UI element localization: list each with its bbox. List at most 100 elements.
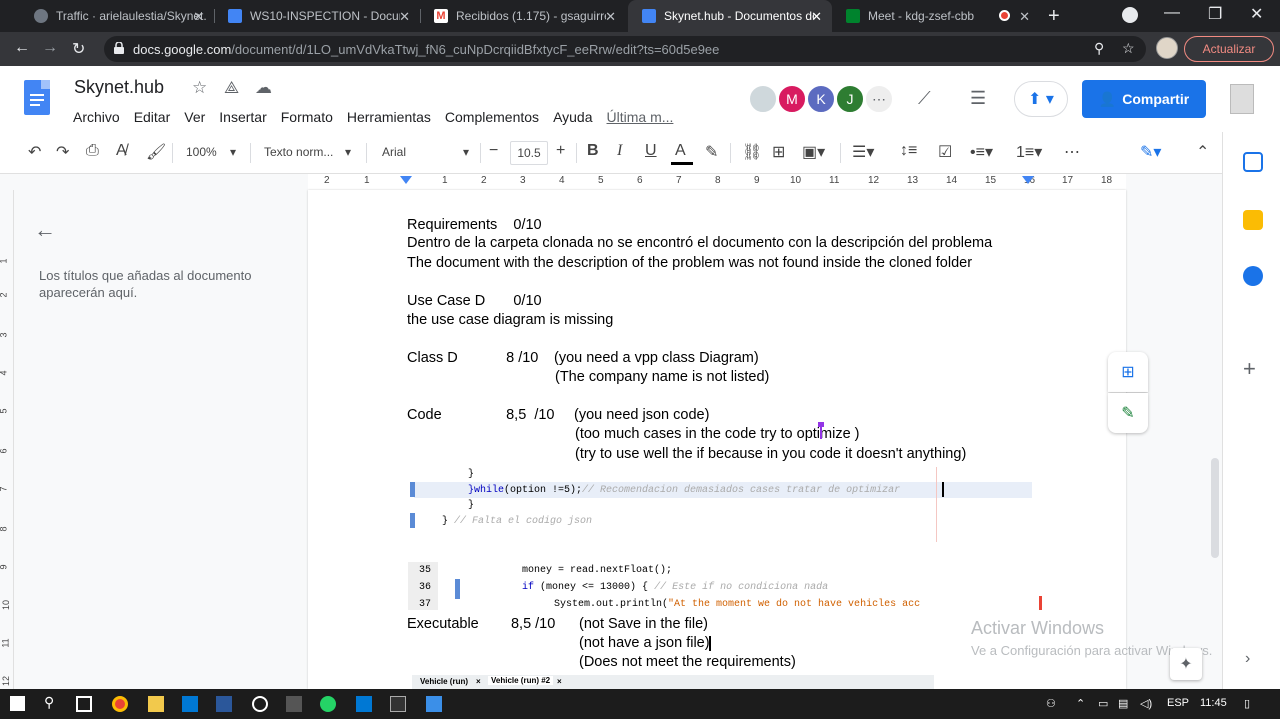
numbered-list-icon[interactable]: 1≡▾ — [1016, 142, 1042, 162]
undo-icon[interactable]: ↶ — [28, 142, 41, 162]
insert-link-icon[interactable]: ⛓ — [742, 142, 762, 162]
browser-tab[interactable]: Meet - kdg-zsef-cbb ✕ — [832, 0, 1040, 32]
checklist-icon[interactable]: ☑ — [938, 142, 952, 162]
zoom-icon[interactable]: ⚲ — [1094, 40, 1104, 57]
underline-icon[interactable]: U — [645, 142, 657, 160]
bold-icon[interactable]: B — [587, 142, 599, 160]
word-icon[interactable] — [216, 696, 232, 712]
document-page[interactable]: Requirements 0/10 Dentro de la carpeta c… — [308, 190, 1126, 689]
share-button[interactable]: 👤 Compartir — [1082, 80, 1206, 118]
style-select[interactable]: Texto norm... — [264, 145, 333, 159]
redo-icon[interactable]: ↷ — [56, 142, 69, 162]
browser-tab[interactable]: WS10-INSPECTION - Docume ✕ — [214, 0, 420, 32]
line-spacing-icon[interactable]: ↕≡ — [900, 142, 917, 160]
minimize-icon[interactable]: — — [1164, 4, 1180, 22]
chevron-up-icon[interactable]: ⌃ — [1076, 697, 1085, 710]
close-tab-icon[interactable]: ✕ — [1019, 9, 1030, 25]
italic-icon[interactable]: I — [617, 142, 622, 160]
vertical-scrollbar[interactable] — [1208, 190, 1222, 689]
collaborator-avatar[interactable]: M — [777, 84, 807, 114]
insert-image-icon[interactable]: ▣▾ — [802, 142, 825, 162]
docs-logo-icon[interactable] — [24, 80, 50, 115]
network-icon[interactable]: ▤ — [1118, 697, 1128, 710]
add-comment-button[interactable]: ⊞ — [1108, 352, 1148, 392]
more-collaborators-icon[interactable]: ⋯ — [864, 84, 894, 114]
menu-formato[interactable]: Formato — [281, 109, 333, 125]
calendar-icon[interactable] — [1243, 152, 1263, 172]
print-icon[interactable]: ⎙ — [86, 142, 99, 160]
browser-tab[interactable]: Traffic · arielaulestia/Skynet.h ✕ — [20, 0, 214, 32]
bookmark-star-icon[interactable]: ☆ — [1122, 40, 1135, 57]
chevron-right-icon[interactable]: › — [1245, 650, 1250, 668]
ide-output-tabs-screenshot[interactable]: Vehicle (run) × Vehicle (run) #2 × — [412, 675, 934, 689]
move-to-folder-icon[interactable]: ⟁ — [224, 78, 239, 98]
spellcheck-icon[interactable]: A̸ — [116, 142, 127, 160]
activity-trend-icon[interactable]: ⟋ — [918, 88, 931, 109]
close-tab-icon[interactable]: ✕ — [811, 9, 822, 25]
app-icon[interactable] — [426, 696, 442, 712]
highlight-icon[interactable]: ✎ — [705, 142, 718, 162]
decrease-font-size-button[interactable]: − — [489, 142, 498, 160]
clock[interactable]: 11:45 — [1200, 697, 1227, 709]
address-bar[interactable]: docs.google.com/document/d/1LO_umVdVkaTt… — [104, 36, 1146, 62]
editing-mode-icon[interactable]: ✎▾ — [1140, 142, 1161, 162]
language-indicator[interactable]: ESP — [1167, 697, 1189, 709]
forward-icon[interactable]: → — [42, 39, 58, 57]
browser-tab-active[interactable]: Skynet.hub - Documentos de ✕ — [628, 0, 832, 32]
new-tab-button[interactable]: + — [1048, 5, 1060, 28]
browser-tab[interactable]: M Recibidos (1.175) - gsaguirre ✕ — [420, 0, 626, 32]
more-options-icon[interactable]: ⋯ — [1064, 142, 1080, 162]
collapse-menu-icon[interactable]: ⌃ — [1196, 142, 1209, 162]
paint-format-icon[interactable]: 🖌 — [146, 142, 166, 162]
update-button[interactable]: Actualizar — [1184, 36, 1274, 62]
collaborator-avatar[interactable] — [748, 84, 778, 114]
add-comment-icon[interactable]: ⊞ — [772, 142, 785, 162]
maximize-icon[interactable]: ❐ — [1208, 4, 1222, 24]
store-icon[interactable] — [182, 696, 198, 712]
collaborator-avatar[interactable]: K — [806, 84, 836, 114]
windows-start-icon[interactable] — [10, 696, 25, 711]
app-icon[interactable] — [356, 696, 372, 712]
people-icon[interactable]: ⚇ — [1046, 697, 1056, 710]
menu-archivo[interactable]: Archivo — [73, 109, 120, 125]
comment-history-icon[interactable]: ☰ — [970, 88, 986, 109]
present-button[interactable]: ⬆ ▾ — [1014, 81, 1068, 117]
volume-icon[interactable]: ◁) — [1140, 697, 1152, 710]
whatsapp-icon[interactable] — [320, 696, 336, 712]
profile-avatar[interactable] — [1156, 37, 1178, 59]
search-icon[interactable]: ⚲ — [44, 694, 60, 710]
increase-font-size-button[interactable]: + — [556, 142, 565, 160]
close-window-icon[interactable]: ✕ — [1250, 4, 1263, 24]
explore-button[interactable]: ✦ — [1170, 648, 1202, 680]
keep-icon[interactable] — [1243, 210, 1263, 230]
last-edit-link[interactable]: Última m... — [607, 109, 674, 125]
notifications-icon[interactable]: ▯ — [1244, 697, 1250, 710]
task-view-icon[interactable] — [76, 696, 92, 712]
close-tab-icon[interactable]: ✕ — [399, 9, 410, 25]
app-icon[interactable] — [252, 696, 268, 712]
cloud-saved-icon[interactable]: ☁ — [255, 78, 272, 98]
menu-complementos[interactable]: Complementos — [445, 109, 539, 125]
app-icon[interactable] — [286, 696, 302, 712]
tab-search-icon[interactable] — [1122, 7, 1138, 23]
arrow-back-icon[interactable]: ← — [34, 217, 56, 243]
text-color-icon[interactable]: A — [675, 142, 686, 160]
account-avatar[interactable] — [1230, 84, 1254, 114]
chrome-icon[interactable] — [112, 696, 128, 712]
back-icon[interactable]: ← — [14, 39, 30, 57]
menu-editar[interactable]: Editar — [134, 109, 171, 125]
menu-ver[interactable]: Ver — [184, 109, 205, 125]
close-tab-icon[interactable]: ✕ — [605, 9, 616, 25]
collaborator-avatar[interactable]: J — [835, 84, 865, 114]
document-title[interactable]: Skynet.hub — [74, 77, 164, 98]
code-screenshot[interactable]: } }while(option !=5);// Recomendacion de… — [408, 467, 1032, 542]
tasks-icon[interactable] — [1243, 266, 1263, 286]
battery-icon[interactable]: ▭ — [1098, 697, 1108, 710]
zoom-select[interactable]: 100% — [186, 145, 217, 159]
close-tab-icon[interactable]: ✕ — [193, 9, 204, 25]
font-size-input[interactable]: 10.5 — [510, 141, 548, 165]
menu-herramientas[interactable]: Herramientas — [347, 109, 431, 125]
bulleted-list-icon[interactable]: •≡▾ — [970, 142, 993, 162]
file-explorer-icon[interactable] — [148, 696, 164, 712]
suggest-edits-button[interactable]: ✎ — [1108, 393, 1148, 433]
